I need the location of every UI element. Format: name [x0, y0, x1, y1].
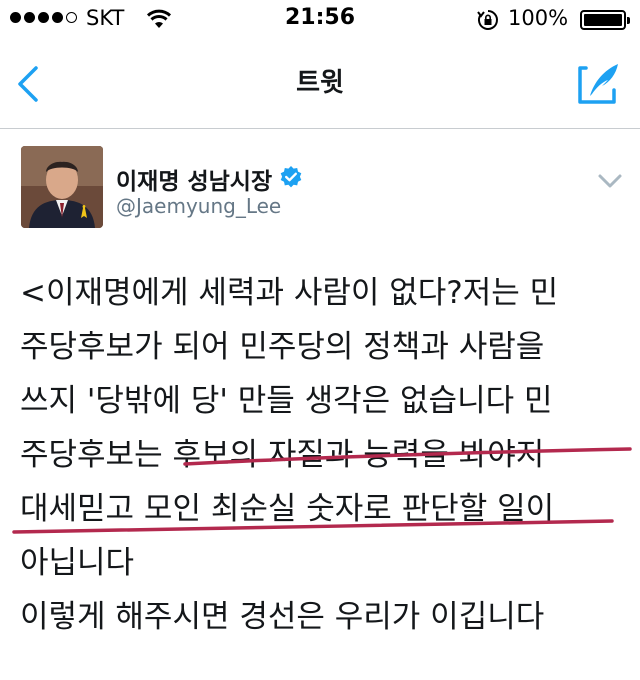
tweet-line: 대세믿고 모인 최순실 숫자로 판단할 일이 [20, 491, 555, 527]
nav-bar: 트윗 [0, 40, 640, 129]
tweet-text: <이재명에게 세력과 사람이 없다?저는 민 주당후보가 되어 민주당의 정책과… [20, 266, 640, 644]
chevron-down-icon [598, 174, 622, 188]
tweet-line: 주당후보가 되어 민주당의 정책과 사람을 [20, 329, 545, 365]
tweet-line: 이렇게 해주시면 경선은 우리가 이깁니다 [20, 599, 545, 635]
tweet-line: <이재명에게 세력과 사람이 없다?저는 민 [20, 275, 559, 311]
page-title: 트윗 [296, 68, 344, 98]
username[interactable]: @Jaemyung_Lee [116, 194, 281, 218]
tweet-line: 아닙니다 [20, 545, 135, 581]
tweet-line: 주당후보는 후보의 자질과 능력을 봐야지 [20, 437, 545, 473]
tweet-options-button[interactable] [596, 170, 624, 192]
display-name[interactable]: 이재명 성남시장 [116, 162, 272, 196]
battery-icon [580, 10, 630, 30]
status-bar: SKT 21:56 100% [0, 0, 640, 40]
rotation-lock-icon [477, 10, 498, 30]
compose-tweet-button[interactable] [574, 60, 622, 108]
tweet-line: 쓰지 '당밖에 당' 만들 생각은 없습니다 민 [20, 383, 553, 419]
compose-quill-icon [578, 64, 618, 104]
avatar[interactable] [21, 146, 103, 228]
battery-percent: 100% [508, 6, 569, 30]
verified-badge-icon [280, 166, 302, 188]
